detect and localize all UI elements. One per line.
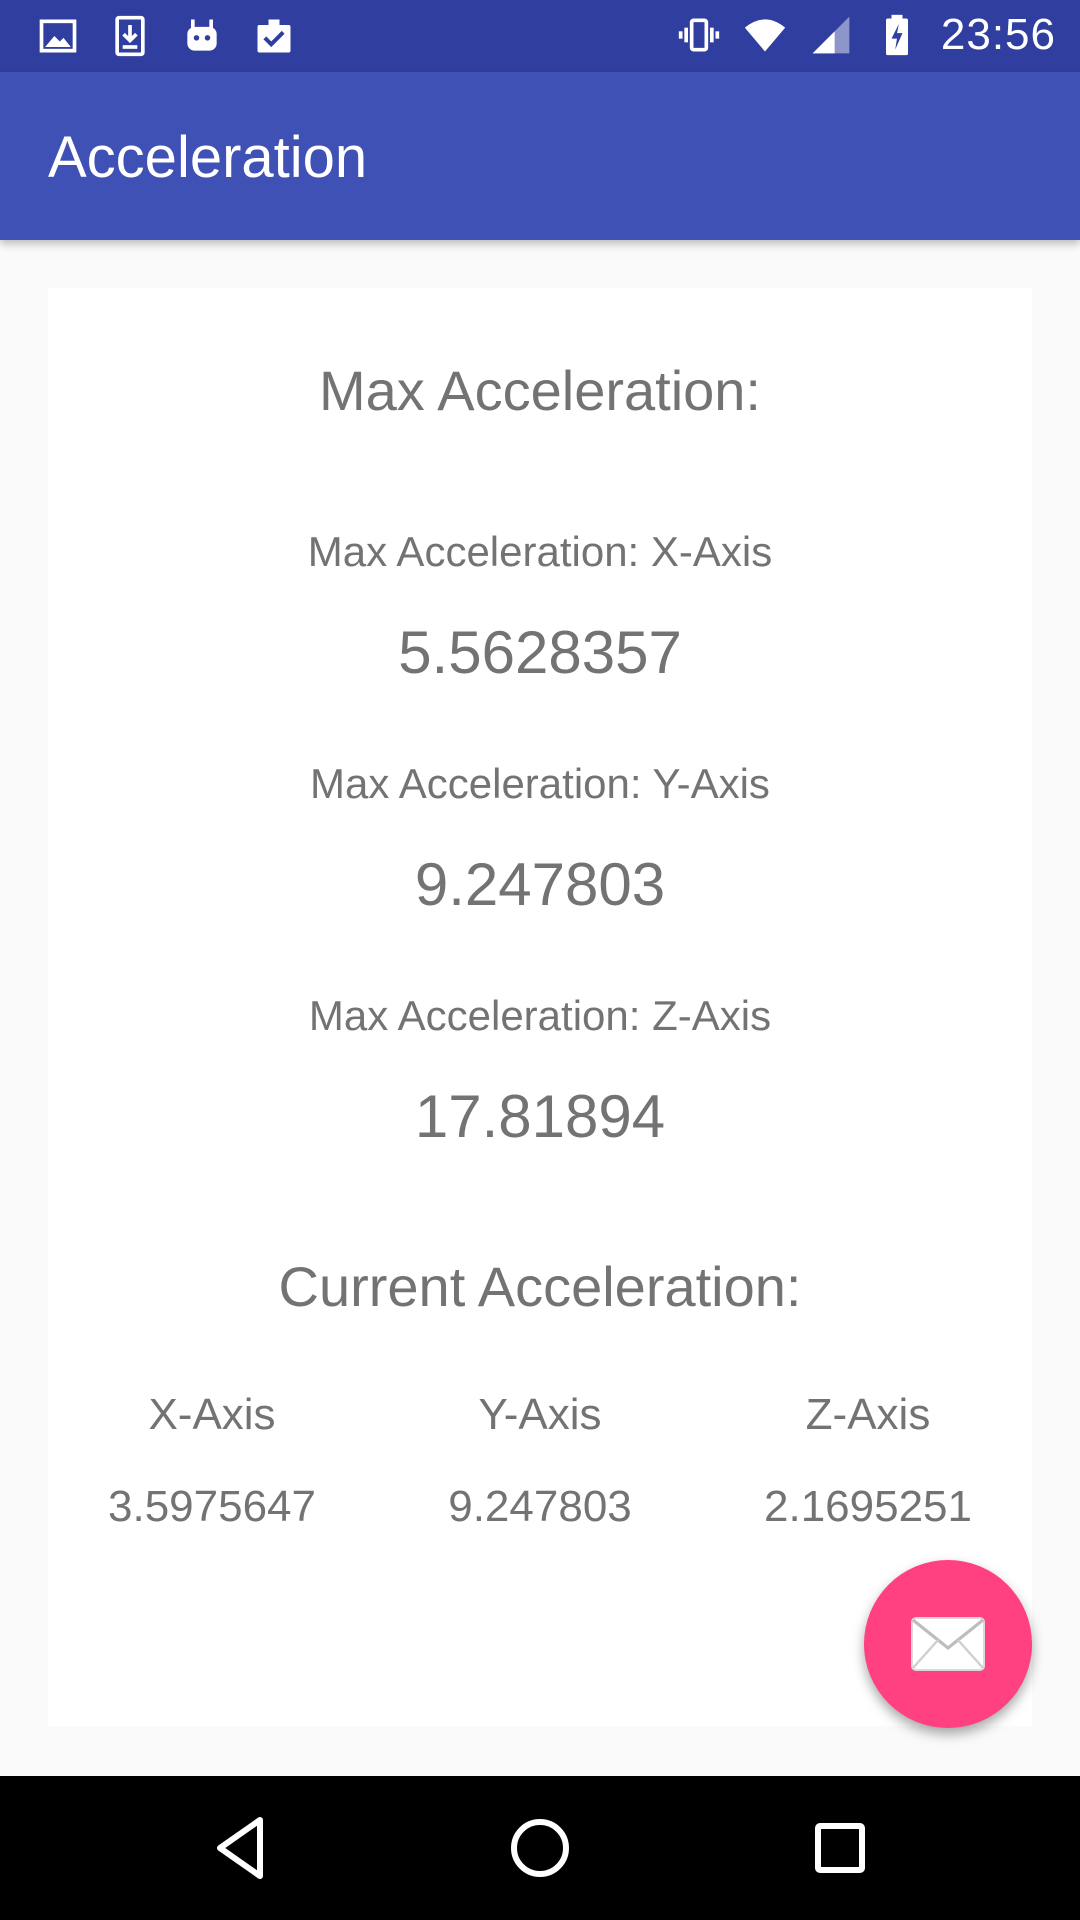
image-icon xyxy=(39,19,77,53)
current-z-value: 2.1695251 xyxy=(764,1482,972,1531)
max-x-value: 5.5628357 xyxy=(398,619,682,686)
wifi-icon xyxy=(744,19,786,52)
current-y-label: Y-Axis xyxy=(478,1390,602,1439)
current-z-column: Z-Axis 2.1695251 xyxy=(704,1390,1032,1532)
vibrate-icon xyxy=(678,18,720,52)
max-x-label: Max Acceleration: X-Axis xyxy=(307,528,773,575)
current-x-value: 3.5975647 xyxy=(108,1482,316,1531)
notification-icons xyxy=(36,14,296,58)
current-x-label: X-Axis xyxy=(148,1390,276,1439)
current-y-column: Y-Axis 9.247803 xyxy=(376,1390,704,1532)
clipboard-check-icon xyxy=(257,19,291,53)
app-title: Acceleration xyxy=(48,125,368,190)
current-acceleration-heading: Current Acceleration: xyxy=(278,1255,802,1318)
mail-icon xyxy=(911,1617,985,1671)
max-z-label: Max Acceleration: Z-Axis xyxy=(308,992,772,1039)
app-bar: Acceleration xyxy=(0,72,1080,240)
acceleration-card: Max Acceleration: Max Acceleration: X-Ax… xyxy=(48,288,1032,1726)
max-y-label: Max Acceleration: Y-Axis xyxy=(310,760,770,807)
status-bar: 23:56 xyxy=(0,0,1080,72)
recents-icon[interactable] xyxy=(804,1812,876,1884)
system-status: 23:56 xyxy=(677,10,1056,60)
current-y-value: 9.247803 xyxy=(448,1482,632,1531)
battery-charging-icon xyxy=(885,14,908,56)
signal-icon xyxy=(812,16,850,54)
current-x-column: X-Axis 3.5975647 xyxy=(48,1390,376,1532)
max-acceleration-heading: Max Acceleration: xyxy=(319,359,761,422)
max-z-value: 17.81894 xyxy=(414,1083,666,1150)
navigation-bar xyxy=(0,1776,1080,1920)
android-icon xyxy=(187,19,217,51)
max-y-value: 9.247803 xyxy=(414,851,666,918)
status-clock: 23:56 xyxy=(940,10,1056,59)
current-z-label: Z-Axis xyxy=(805,1390,931,1439)
back-icon[interactable] xyxy=(204,1812,276,1884)
home-icon[interactable] xyxy=(504,1812,576,1884)
email-fab-button[interactable] xyxy=(864,1560,1032,1728)
current-acceleration-row: X-Axis 3.5975647 Y-Axis 9.247803 Z-Axis … xyxy=(48,1390,1032,1532)
download-icon xyxy=(115,15,145,57)
